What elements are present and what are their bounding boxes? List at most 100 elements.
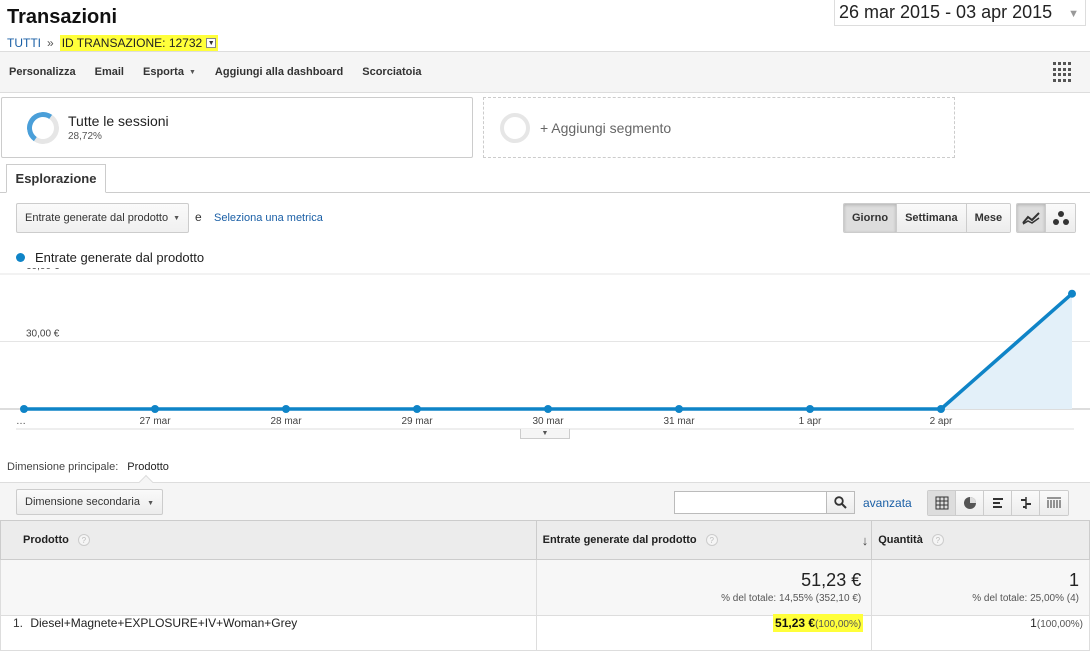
export-menu[interactable]: Esporta ▼ — [143, 66, 196, 78]
x-tick-label: 31 mar — [663, 416, 695, 427]
quantity-cell: 1(100,00%) — [871, 615, 1090, 651]
primary-dimension-label: Dimensione principale: — [7, 461, 119, 473]
data-point — [544, 405, 552, 413]
tab-divider — [0, 192, 1090, 193]
x-tick-label: 28 mar — [270, 416, 302, 427]
totals-quantity-cell: 1 % del totale: 25,00% (4) — [871, 559, 1090, 616]
line-chart-button[interactable] — [1017, 204, 1046, 232]
date-range-picker[interactable]: 26 mar 2015 - 03 apr 2015 ▼ — [834, 0, 1086, 26]
line-chart-icon — [1022, 212, 1040, 225]
totals-product-cell — [0, 559, 537, 616]
column-header-quantity[interactable]: Quantità ? — [871, 520, 1090, 560]
y-tick-label: 60,00 € — [26, 268, 60, 272]
chevron-down-icon: ▼ — [147, 500, 154, 507]
breadcrumb-root-link[interactable]: TUTTI — [7, 36, 41, 50]
product-name-link[interactable]: Diesel+Magnete+EXPLOSURE+IV+Woman+Grey — [30, 616, 297, 630]
metric-dropdown-label: Entrate generate dal prodotto — [25, 212, 169, 224]
breadcrumb: TUTTI » ID TRANSAZIONE: 12732 ▼ — [7, 35, 219, 51]
bubble-chart-icon — [1052, 211, 1069, 225]
help-icon[interactable]: ? — [77, 534, 90, 547]
pivot-view-button[interactable] — [1040, 491, 1068, 515]
primary-dimension-value[interactable]: Prodotto — [127, 461, 169, 473]
segment-name: Tutte le sessioni — [68, 113, 169, 129]
column-header-product-label: Prodotto — [23, 533, 69, 546]
column-header-product[interactable]: Prodotto ? — [0, 520, 537, 560]
search-button[interactable] — [826, 491, 855, 514]
series-area — [24, 293, 1072, 409]
totals-revenue-cell: 51,23 € % del totale: 14,55% (352,10 €) — [535, 559, 873, 616]
metric-conjunction: e — [195, 210, 202, 224]
chart-collapse-handle[interactable]: ▼ — [520, 429, 570, 439]
x-tick-label: 1 apr — [799, 416, 822, 427]
row-index: 1. — [13, 616, 24, 630]
period-toggle: Giorno Settimana Mese — [843, 203, 1012, 233]
pie-chart-icon — [963, 497, 976, 509]
breadcrumb-current-label: ID TRANSAZIONE: 12732 — [61, 36, 203, 50]
report-toolbar: Personalizza Email Esporta ▼ Aggiungi al… — [0, 51, 1090, 93]
column-header-quantity-label: Quantità — [878, 533, 923, 546]
help-icon[interactable]: ? — [705, 534, 718, 547]
table-view-button[interactable] — [928, 491, 956, 515]
pie-view-button[interactable] — [956, 491, 984, 515]
x-tick-label: 2 apr — [930, 416, 953, 427]
period-day-button[interactable]: Giorno — [844, 204, 898, 232]
help-icon[interactable]: ? — [931, 534, 944, 547]
table-search-input[interactable] — [674, 491, 827, 514]
quantity-value: 1 — [1030, 616, 1037, 630]
motion-chart-button[interactable] — [1046, 204, 1075, 232]
metric-dropdown[interactable]: Entrate generate dal prodotto ▼ — [16, 203, 189, 233]
totals-revenue-value: 51,23 € — [801, 570, 862, 590]
data-point — [937, 405, 945, 413]
chart-type-toggle — [1016, 203, 1076, 233]
performance-view-button[interactable] — [984, 491, 1012, 515]
data-point — [806, 405, 814, 413]
segment-placeholder-icon — [500, 112, 530, 143]
data-point — [1068, 289, 1076, 298]
email-button[interactable]: Email — [95, 66, 124, 78]
page-title: Transazioni — [7, 6, 118, 28]
comparison-view-button[interactable] — [1012, 491, 1040, 515]
chevron-down-icon: ▼ — [188, 68, 196, 76]
x-tick-label: 27 mar — [139, 416, 171, 427]
customize-button[interactable]: Personalizza — [9, 66, 76, 78]
totals-quantity-value: 1 — [1068, 570, 1079, 590]
add-to-dashboard-button[interactable]: Aggiungi alla dashboard — [215, 66, 343, 78]
data-point — [20, 405, 28, 413]
pivot-table-icon — [1047, 497, 1061, 508]
add-segment-button[interactable]: + Aggiungi segmento — [483, 97, 955, 158]
advanced-filter-link[interactable]: avanzata — [863, 496, 912, 510]
data-point — [151, 405, 159, 413]
legend-label: Entrate generate dal prodotto — [35, 250, 205, 265]
column-header-revenue-label: Entrate generate dal prodotto — [542, 533, 697, 546]
add-segment-label: + Aggiungi segmento — [540, 119, 672, 136]
y-tick-label: 30,00 € — [26, 329, 60, 340]
period-week-button[interactable]: Settimana — [897, 204, 967, 232]
product-cell: 1. Diesel+Magnete+EXPLOSURE+IV+Woman+Gre… — [0, 615, 537, 651]
secondary-dimension-label: Dimensione secondaria — [25, 496, 140, 508]
series-line — [24, 292, 1074, 411]
period-month-button[interactable]: Mese — [966, 204, 1011, 232]
export-label: Esporta — [143, 66, 184, 78]
table-view-toggle — [927, 490, 1069, 516]
chevron-down-icon[interactable]: ▼ — [206, 38, 217, 48]
date-range-label: 26 mar 2015 - 03 apr 2015 — [839, 2, 1053, 22]
revenue-percent: (100,00%) — [815, 619, 862, 630]
apps-grid-icon[interactable] — [1053, 62, 1073, 82]
secondary-dimension-dropdown[interactable]: Dimensione secondaria ▼ — [16, 489, 163, 515]
bar-list-icon — [992, 498, 1003, 508]
data-point — [282, 405, 290, 413]
tab-explorer[interactable]: Esplorazione — [6, 164, 106, 193]
segment-donut-icon — [24, 108, 62, 147]
sort-descending-icon: ↓ — [861, 533, 869, 548]
segment-all-sessions[interactable]: Tutte le sessioni 28,72% — [1, 97, 473, 158]
revenue-cell: 51,23 €(100,00%) — [535, 614, 873, 651]
column-header-revenue[interactable]: Entrate generate dal prodotto ? ↓ — [535, 520, 873, 560]
chart-legend: Entrate generate dal prodotto — [16, 250, 204, 265]
comparison-icon — [1020, 497, 1031, 509]
breadcrumb-current[interactable]: ID TRANSAZIONE: 12732 ▼ — [59, 35, 219, 51]
select-metric-link[interactable]: Seleziona una metrica — [214, 212, 323, 224]
totals-quantity-share: % del totale: 25,00% (4) — [972, 593, 1079, 604]
data-table: Prodotto ? Entrate generate dal prodotto… — [0, 520, 1090, 651]
shortcut-button[interactable]: Scorciatoia — [362, 66, 421, 78]
quantity-percent: (100,00%) — [1036, 619, 1083, 630]
